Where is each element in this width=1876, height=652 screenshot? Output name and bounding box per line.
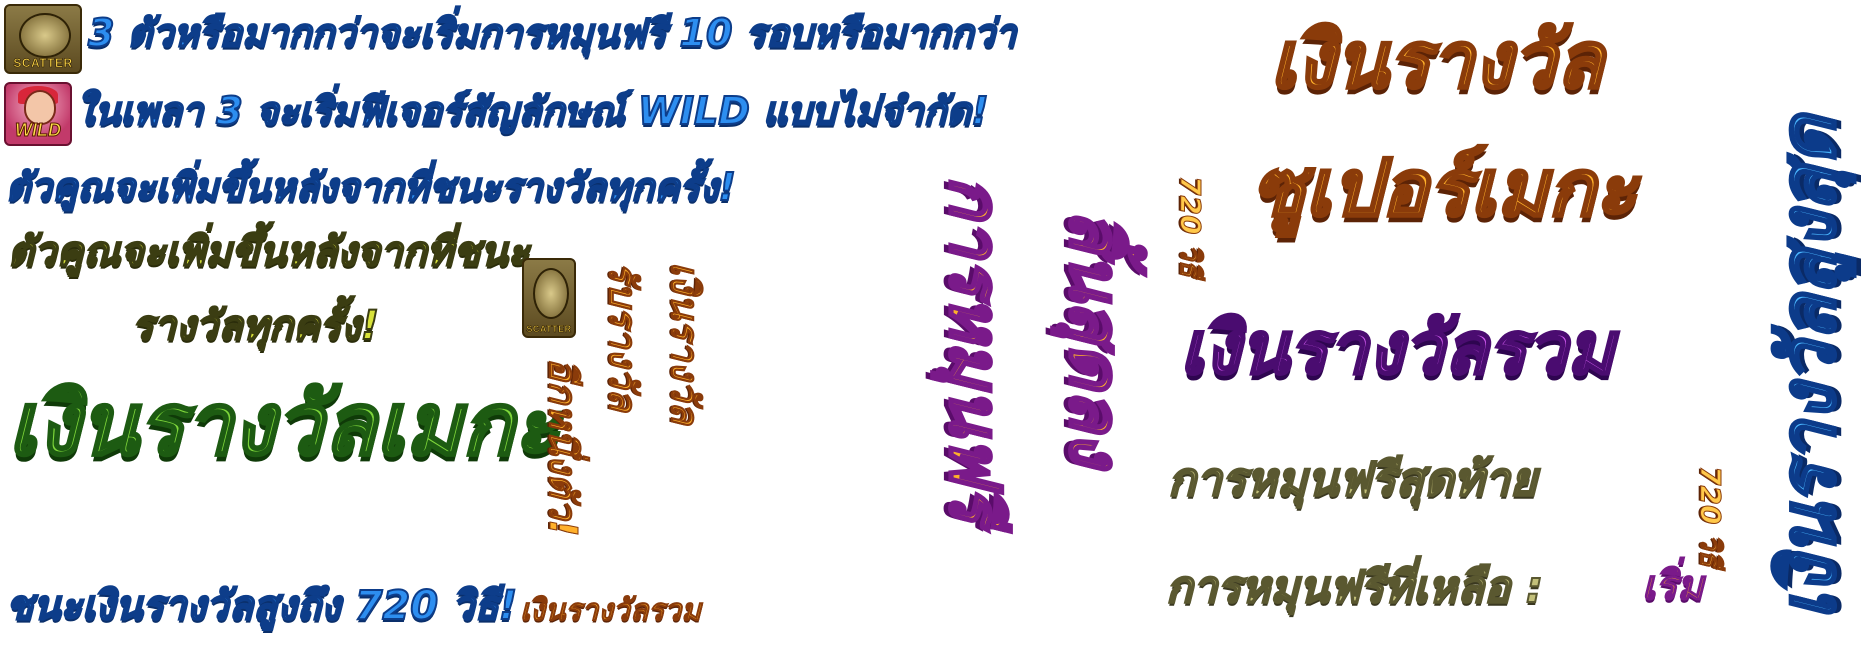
multiplier-text-line2: รางวัลทุกครั้ง! (131, 303, 380, 349)
vertical-prize-text-1: เงินรางวัล (663, 262, 708, 425)
scatter-label: SCATTER (13, 56, 73, 71)
total-win-small: เงินรางวัลรวม (520, 593, 702, 628)
scatter-symbol-icon: SCATTER (4, 4, 82, 74)
wild-label: WILD (15, 120, 62, 141)
ways-720-right: 720 วิธี (1694, 466, 1728, 568)
max-win-vertical: เงินรางวัลสูงสุด (1762, 114, 1854, 621)
last-free-spin-text: การหมุนฟรีสุดท้าย (1167, 452, 1538, 506)
free-spin-vertical-2: สิ้นสุดลง (1053, 209, 1138, 468)
vertical-prize-text-3: อีกหนึ่งตัว! (541, 358, 586, 538)
wild-rule-text: ในเพลา 3 จะเริ่มฟีเจอร์สัญลักษณ์ WILD แบ… (75, 89, 990, 133)
win-up-to-text: ชนะเงินรางวัลสูงถึง 720 วิธี! (5, 583, 518, 629)
total-win-banner: เงินรางวัลรวม (1178, 306, 1615, 390)
ways-720-top: 720 วิธี (1174, 176, 1208, 278)
super-mega-win-line1: เงินรางวัล (1268, 16, 1604, 106)
vault-icon-small (533, 267, 569, 319)
super-mega-win-line2: ซูเปอร์เมกะ (1250, 144, 1638, 234)
mega-win-banner: เงินรางวัลเมกะ (7, 375, 562, 475)
scatter-rule-text: 3 ตัวหรือมากกว่าจะเริ่มการหมุนฟรี 10 รอบ… (87, 11, 1017, 55)
start-label: เริ่ม (1641, 563, 1704, 609)
scatter-symbol-icon-small: SCATTER (522, 258, 576, 338)
free-spin-vertical-1: การหมุนฟรี (933, 175, 1018, 525)
wild-symbol-icon: WILD (4, 82, 72, 146)
multiplier-rule-text: ตัวคูณจะเพิ่มขึ้นหลังจากที่ชนะรางวัลทุกค… (5, 165, 737, 209)
multiplier-text-line1: ตัวคูณจะเพิ่มขึ้นหลังจากที่ชนะ (7, 229, 530, 275)
vault-icon (19, 12, 71, 58)
remaining-free-spins-text: การหมุนฟรีที่เหลือ : (1165, 562, 1544, 613)
vertical-prize-text-2: รับรางวัล (601, 262, 646, 412)
scatter-label-small: SCATTER (526, 324, 572, 335)
